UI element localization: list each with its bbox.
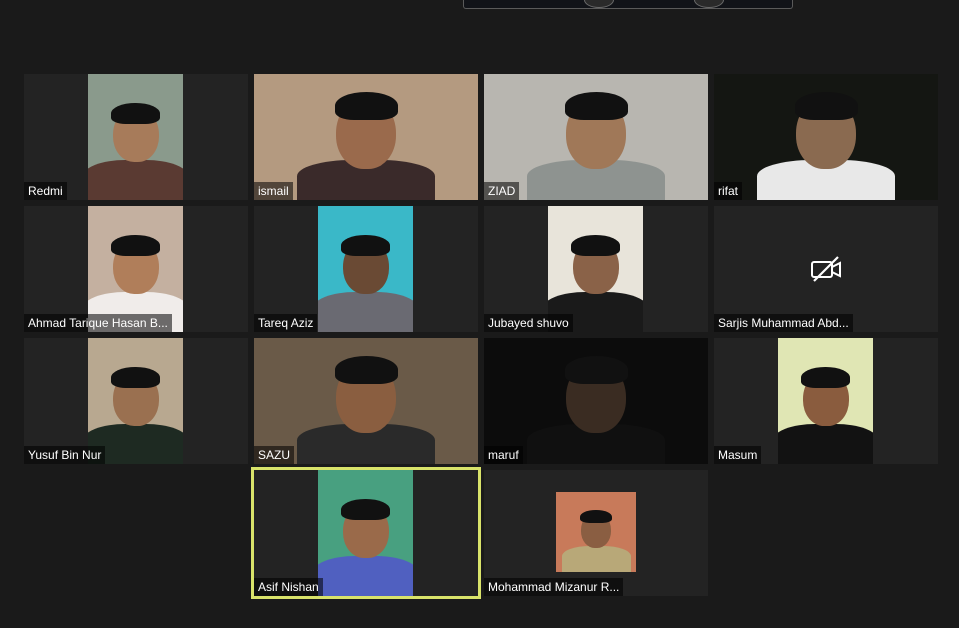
participant-name: Jubayed shuvo	[484, 314, 573, 332]
video-off-icon	[811, 256, 841, 282]
participant-hair	[111, 366, 160, 388]
participant-video	[714, 74, 938, 200]
participant-hair	[571, 234, 620, 256]
participant-tile[interactable]: Asif Nishan	[251, 467, 481, 599]
participant-video	[778, 338, 873, 464]
participant-tile[interactable]: Jubayed shuvo	[484, 206, 708, 332]
participant-name: Masum	[714, 446, 762, 464]
participant-name: Mohammad Mizanur R...	[484, 578, 624, 596]
participant-tile[interactable]: Mohammad Mizanur R...	[484, 470, 708, 596]
participant-name: Tareq Aziz	[254, 314, 318, 332]
participant-hair	[564, 356, 628, 384]
participant-name: ismail	[254, 182, 293, 200]
participant-body	[561, 546, 631, 572]
participant-hair	[341, 498, 390, 520]
participant-body	[318, 555, 413, 596]
participant-body	[778, 423, 873, 464]
participant-name: ZIAD	[484, 182, 520, 200]
participant-tile[interactable]: maruf	[484, 338, 708, 464]
participant-video	[88, 74, 183, 200]
participant-video	[556, 492, 636, 572]
participant-hair	[580, 509, 612, 524]
participant-tile[interactable]: rifat	[714, 74, 938, 200]
participant-tile[interactable]: Ahmad Tarique Hasan B...	[24, 206, 248, 332]
participant-name: Ahmad Tarique Hasan B...	[24, 314, 172, 332]
participant-hair	[334, 356, 398, 384]
participant-hair	[334, 92, 398, 120]
participant-hair	[341, 234, 390, 256]
video-gallery: Redmi ismail ZIAD rifat Ahmad Tarique Hasan …	[0, 0, 959, 628]
participant-name: rifat	[714, 182, 743, 200]
participant-hair	[111, 102, 160, 124]
participant-tile[interactable]: Yusuf Bin Nur	[24, 338, 248, 464]
participant-video	[318, 470, 413, 596]
participant-name: Asif Nishan	[254, 578, 323, 596]
participant-tile[interactable]: SAZU	[254, 338, 478, 464]
participant-tile[interactable]: ZIAD	[484, 74, 708, 200]
participant-video	[318, 206, 413, 332]
participant-name: Sarjis Muhammad Abd...	[714, 314, 853, 332]
participant-tile[interactable]: Sarjis Muhammad Abd...	[714, 206, 938, 332]
participant-body	[88, 159, 183, 200]
participant-name: SAZU	[254, 446, 295, 464]
participant-name: maruf	[484, 446, 523, 464]
participant-name: Redmi	[24, 182, 67, 200]
participant-tile[interactable]: ismail	[254, 74, 478, 200]
participant-hair	[111, 234, 160, 256]
participant-tile[interactable]: Tareq Aziz	[254, 206, 478, 332]
participant-hair	[564, 92, 628, 120]
participant-body	[318, 291, 413, 332]
participant-tile[interactable]: Redmi	[24, 74, 248, 200]
participant-hair	[801, 366, 850, 388]
participant-hair	[794, 92, 858, 120]
participant-name: Yusuf Bin Nur	[24, 446, 106, 464]
participant-tile[interactable]: Masum	[714, 338, 938, 464]
